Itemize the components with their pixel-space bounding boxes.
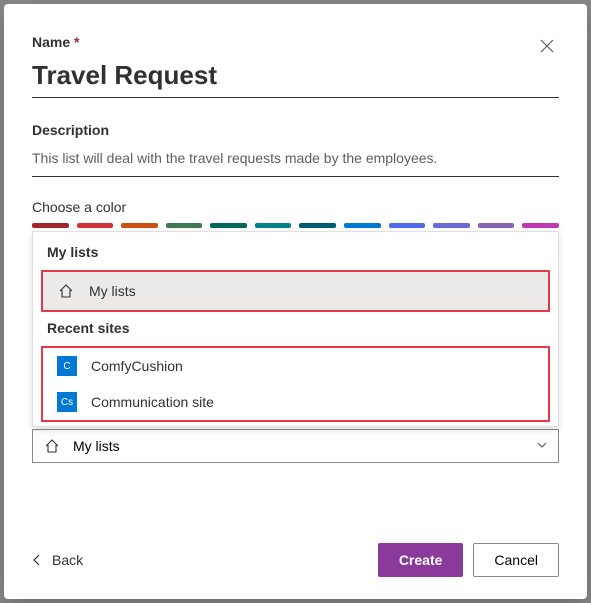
back-button[interactable]: Back: [32, 552, 83, 568]
cancel-button[interactable]: Cancel: [473, 543, 559, 577]
name-label: Name *: [32, 34, 559, 50]
group-recent-sites-header: Recent sites: [33, 320, 558, 346]
home-icon: [43, 437, 61, 455]
required-asterisk: *: [74, 34, 79, 50]
option-label: My lists: [89, 283, 136, 299]
option-comfycushion[interactable]: C ComfyCushion: [43, 348, 548, 384]
option-label: Communication site: [91, 394, 214, 410]
close-icon: [540, 39, 554, 53]
save-location-value: My lists: [73, 438, 120, 454]
group-my-lists-header: My lists: [33, 244, 558, 270]
save-location-dropdown-panel: My lists My lists Recent sites C ComfyCu…: [32, 231, 559, 427]
create-button[interactable]: Create: [378, 543, 464, 577]
chevron-down-icon: [536, 438, 548, 454]
color-swatch[interactable]: [77, 223, 114, 228]
color-swatch[interactable]: [433, 223, 470, 228]
dialog-footer: Back Create Cancel: [32, 543, 559, 577]
description-input[interactable]: [32, 144, 559, 177]
create-list-dialog: Name * Description Choose a color My lis…: [4, 4, 587, 599]
option-communication-site[interactable]: Cs Communication site: [43, 384, 548, 420]
save-location-select[interactable]: My lists: [32, 429, 559, 463]
close-button[interactable]: [535, 34, 559, 58]
site-icon: C: [57, 356, 77, 376]
color-swatch[interactable]: [255, 223, 292, 228]
color-swatch[interactable]: [389, 223, 426, 228]
color-swatch[interactable]: [344, 223, 381, 228]
option-label: ComfyCushion: [91, 358, 183, 374]
home-icon: [57, 282, 75, 300]
highlight-recent-sites: C ComfyCushion Cs Communication site: [41, 346, 550, 422]
color-swatch[interactable]: [32, 223, 69, 228]
color-swatch[interactable]: [166, 223, 203, 228]
name-input[interactable]: [32, 56, 559, 98]
option-my-lists[interactable]: My lists: [43, 272, 548, 310]
color-swatch[interactable]: [522, 223, 559, 228]
color-swatch[interactable]: [210, 223, 247, 228]
back-label: Back: [52, 552, 83, 568]
choose-color-label: Choose a color: [32, 199, 559, 215]
color-row: [32, 223, 559, 231]
color-swatch[interactable]: [121, 223, 158, 228]
color-swatch[interactable]: [478, 223, 515, 228]
site-icon: Cs: [57, 392, 77, 412]
highlight-my-lists: My lists: [41, 270, 550, 312]
chevron-left-icon: [32, 553, 42, 567]
description-label: Description: [32, 122, 559, 138]
color-swatch[interactable]: [299, 223, 336, 228]
